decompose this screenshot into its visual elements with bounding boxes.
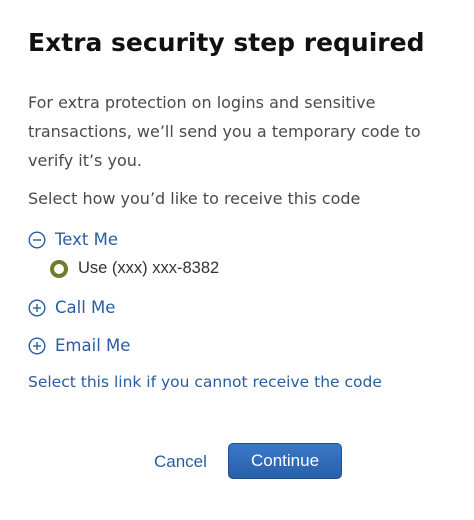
minus-circle-icon	[28, 230, 46, 249]
plus-circle-icon	[28, 336, 46, 355]
cannot-receive-code-link[interactable]: Select this link if you cannot receive t…	[28, 373, 382, 391]
page-title: Extra security step required	[28, 28, 425, 57]
plus-circle-icon	[28, 298, 46, 317]
text-me-label: Text Me	[55, 230, 119, 249]
continue-button[interactable]: Continue	[228, 443, 342, 479]
phone-option-label: Use (xxx) xxx-8382	[78, 259, 220, 277]
cancel-button[interactable]: Cancel	[154, 452, 207, 472]
intro-text: For extra protection on logins and sensi…	[28, 93, 421, 170]
email-me-toggle[interactable]: Email Me	[28, 336, 130, 355]
phone-option-radio[interactable]: Use (xxx) xxx-8382	[50, 259, 219, 278]
text-me-toggle[interactable]: Text Me	[28, 230, 118, 249]
call-me-toggle[interactable]: Call Me	[28, 298, 115, 317]
delivery-prompt: Select how you’d like to receive this co…	[28, 189, 361, 208]
call-me-label: Call Me	[55, 298, 116, 317]
radio-selected-icon	[50, 259, 68, 278]
email-me-label: Email Me	[55, 336, 131, 355]
